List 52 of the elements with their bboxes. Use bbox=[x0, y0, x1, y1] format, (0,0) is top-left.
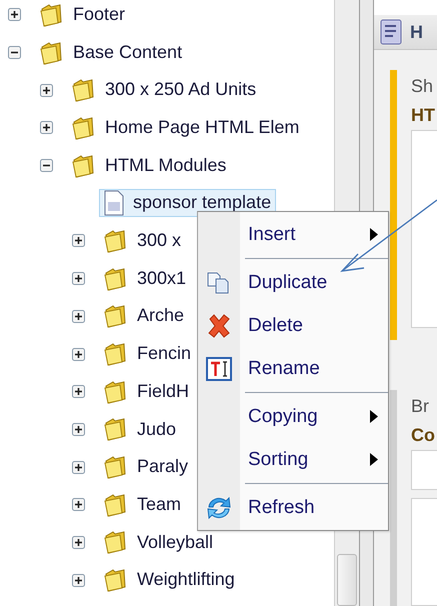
submenu-arrow-icon bbox=[370, 453, 378, 466]
expander-icon[interactable] bbox=[72, 272, 85, 286]
tree-item[interactable]: Judo bbox=[99, 416, 182, 442]
section-label: Sh bbox=[411, 76, 434, 97]
editor-title: H bbox=[410, 22, 423, 42]
menu-item[interactable]: Delete bbox=[198, 304, 388, 347]
tree-item[interactable]: Paraly bbox=[99, 454, 194, 480]
input-field[interactable] bbox=[411, 450, 437, 490]
tree-item[interactable]: 300 x bbox=[99, 228, 186, 254]
expander-icon[interactable] bbox=[72, 310, 85, 323]
expander-icon[interactable] bbox=[40, 121, 53, 134]
tree-item[interactable]: Footer bbox=[35, 2, 130, 28]
tree-item[interactable]: Base Content bbox=[35, 40, 188, 66]
tree-item[interactable]: 300 x 250 Ad Units bbox=[67, 77, 262, 104]
submenu-arrow-icon bbox=[370, 228, 378, 241]
field-label: Co bbox=[411, 425, 436, 446]
menu-item[interactable]: Rename bbox=[198, 347, 388, 390]
expander-icon[interactable] bbox=[72, 348, 85, 361]
expander-icon[interactable] bbox=[72, 385, 85, 398]
field-label: HT bbox=[411, 105, 436, 126]
expander-icon[interactable] bbox=[72, 460, 85, 474]
expander-icon[interactable] bbox=[72, 574, 85, 587]
scrollbar-thumb[interactable] bbox=[337, 554, 357, 606]
tree-item[interactable]: Volleyball bbox=[99, 529, 218, 556]
expander-icon[interactable] bbox=[8, 46, 21, 60]
menu-item[interactable]: Duplicate bbox=[198, 261, 388, 304]
menu-item[interactable]: Copying bbox=[198, 395, 388, 438]
expander-icon[interactable] bbox=[72, 536, 85, 549]
menu-item[interactable]: Refresh bbox=[198, 486, 388, 529]
submenu-arrow-icon bbox=[370, 410, 378, 423]
expander-icon[interactable] bbox=[72, 498, 85, 512]
tree-item[interactable]: HTML Modules bbox=[67, 152, 232, 179]
document-icon bbox=[380, 19, 402, 45]
tree-item[interactable]: FieldH bbox=[99, 378, 194, 405]
rename-icon bbox=[206, 356, 232, 380]
menu-item[interactable]: Sorting bbox=[198, 438, 388, 481]
tree-item[interactable]: sponsor template bbox=[99, 189, 276, 218]
section-label: Br bbox=[411, 396, 430, 417]
delete-icon bbox=[206, 312, 232, 338]
document-icon bbox=[103, 190, 125, 216]
tree-item[interactable]: Arche bbox=[99, 303, 190, 330]
expander-icon[interactable] bbox=[8, 8, 21, 22]
expander-icon[interactable] bbox=[40, 159, 53, 172]
tree-item[interactable]: Fencin bbox=[99, 341, 196, 368]
tree-item[interactable]: Home Page HTML Elem bbox=[67, 114, 304, 141]
expander-icon[interactable] bbox=[40, 84, 53, 97]
tree-item[interactable]: Team bbox=[99, 492, 186, 518]
expander-icon[interactable] bbox=[72, 234, 85, 248]
tree-item[interactable]: Weightlifting bbox=[99, 567, 240, 594]
expander-icon[interactable] bbox=[72, 422, 85, 436]
refresh-icon bbox=[205, 494, 233, 520]
tree-item[interactable]: 300x1 bbox=[99, 266, 192, 292]
